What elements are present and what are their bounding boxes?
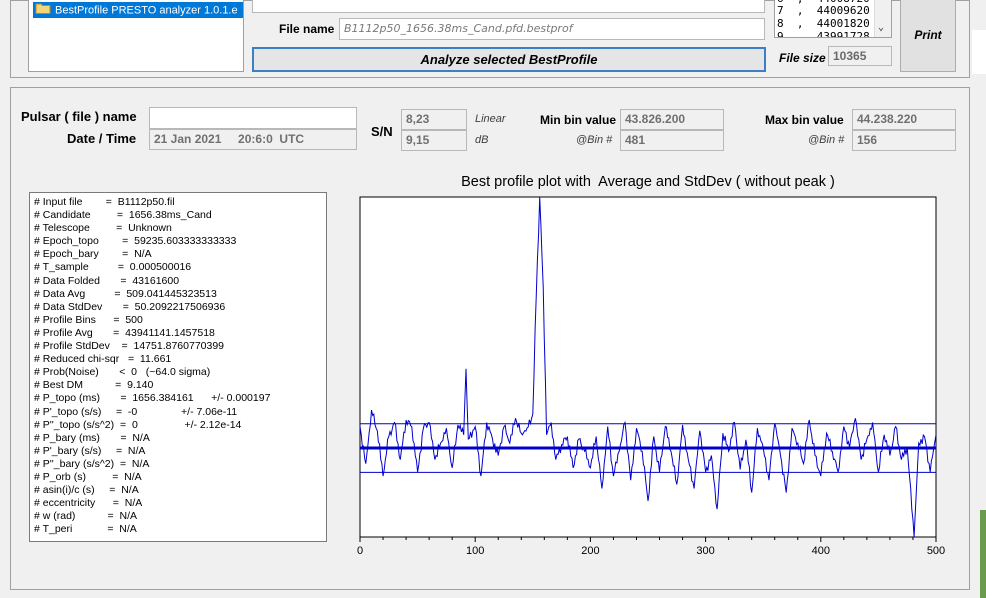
sn-db-field: 9,15 (401, 130, 467, 151)
min-bin-label: Min bin value (540, 113, 617, 127)
info-line: # P_topo (ms) = 1656.384161 +/- 0.000197 (34, 392, 271, 405)
info-line: # P''_bary (s/s^2) = N/A (34, 457, 150, 470)
max-bin-index-label: @Bin # (808, 134, 845, 146)
sn-linear-field: 8,23 (401, 109, 467, 130)
analyze-button[interactable]: Analyze selected BestProfile (252, 47, 766, 72)
file-name-field[interactable]: B1112p50_1656.38ms_Cand.pfd.bestprof (339, 18, 765, 40)
x-tick-label: 300 (696, 545, 714, 557)
listbox-row-partial: 9 , 43991728 (777, 30, 870, 38)
info-line: # Epoch_topo = 59235.603333333333 (34, 235, 237, 248)
plot-area (359, 196, 937, 538)
file-size-label: File size (779, 51, 826, 65)
info-line: # Reduced chi-sqr = 11.661 (34, 353, 172, 366)
info-line: # P'_topo (s/s) = -0 +/- 7.06e-11 (34, 405, 238, 418)
pulsar-name-label: Pulsar ( file ) name (21, 109, 137, 124)
sn-db-label: dB (475, 134, 489, 146)
right-edge-strip (972, 30, 986, 74)
info-line: # Data Folded = 43161600 (34, 274, 180, 287)
chevron-down-icon[interactable]: ⌄ (878, 22, 884, 33)
tree-item-label: BestProfile PRESTO analyzer 1.0.1.e (55, 4, 238, 17)
max-bin-index-field: 156 (852, 130, 956, 151)
min-bin-field: 43.826.200 (620, 109, 724, 130)
tree-view[interactable]: BestProfile PRESTO analyzer 1.0.1.e (28, 0, 244, 72)
tree-item-selected[interactable]: BestProfile PRESTO analyzer 1.0.1.e (33, 2, 243, 18)
file-name-label: File name (279, 22, 335, 36)
listbox-row[interactable]: 7 , 44009620 (777, 4, 870, 17)
values-listbox[interactable]: 6 , 44008720 7 , 44009620 8 , 44001820 9… (774, 0, 892, 38)
right-edge-strip (980, 510, 986, 598)
info-line: # Profile Avg = 43941141.1457518 (34, 326, 215, 339)
folder-icon (35, 2, 51, 18)
min-bin-index-field: 481 (620, 130, 724, 151)
datetime-label: Date / Time (67, 131, 137, 146)
info-line: # Profile Bins = 500 (34, 313, 143, 326)
x-tick-label: 200 (581, 545, 599, 557)
info-line: # w (rad) = N/A (34, 510, 137, 523)
listbox-row[interactable]: 8 , 44001820 (777, 17, 870, 30)
print-button-label: Print (914, 28, 942, 42)
info-line: # Telescope = Unknown (34, 222, 172, 235)
x-axis: 0 100 200 300 400 500 (357, 537, 945, 557)
file-size-field: 10365 (828, 46, 892, 66)
info-line: # Profile StdDev = 14751.8760770399 (34, 340, 225, 353)
x-tick-label: 400 (812, 545, 830, 557)
info-line: # Best DM = 9.140 (34, 379, 154, 392)
min-bin-index-label: @Bin # (576, 134, 613, 146)
info-line: # Data Avg = 509.041445323513 (34, 287, 217, 300)
info-line: # P_orb (s) = N/A (34, 470, 142, 483)
info-line: # T_peri = N/A (34, 523, 137, 536)
listbox-scrollbar[interactable]: ⌄ (874, 0, 891, 37)
analyze-button-label: Analyze selected BestProfile (420, 52, 598, 67)
top-text-field[interactable] (252, 0, 765, 13)
info-line: # P_bary (ms) = N/A (34, 431, 150, 444)
x-tick-label: 0 (357, 545, 363, 557)
info-line: # Input file = B1112p50.fil (34, 196, 175, 208)
info-line: # Prob(Noise) < 0 (~64.0 sigma) (34, 366, 211, 379)
profile-chart: 0 100 200 300 400 500 (357, 196, 945, 557)
datetime-field: 21 Jan 2021 20:6:0 UTC (149, 129, 357, 150)
info-line: # T_sample = 0.000500016 (34, 261, 192, 274)
info-line: # Epoch_bary = N/A (34, 248, 152, 261)
info-line: # P''_topo (s/s^2) = 0 +/- 2.12e-14 (34, 418, 242, 431)
sn-linear-label: Linear (475, 113, 506, 125)
x-tick-label: 500 (927, 545, 945, 557)
print-button[interactable]: Print (900, 0, 956, 72)
max-bin-field: 44.238.220 (852, 109, 956, 130)
x-tick-label: 100 (466, 545, 484, 557)
pulsar-name-field[interactable] (149, 107, 357, 129)
info-line: # Candidate = 1656.38ms_Cand (34, 209, 212, 222)
sn-label: S/N (371, 124, 393, 139)
profile-info-textbox[interactable]: # Input file = B1112p50.fil # Candidate =… (29, 192, 327, 542)
info-line: # asin(i)/c (s) = N/A (34, 484, 139, 497)
max-bin-label: Max bin value (765, 113, 844, 127)
info-line: # P'_bary (s/s) = N/A (34, 444, 146, 457)
info-line: # Data StdDev = 50.2092217506936 (34, 300, 226, 313)
info-line: # eccentricity = N/A (34, 497, 143, 510)
